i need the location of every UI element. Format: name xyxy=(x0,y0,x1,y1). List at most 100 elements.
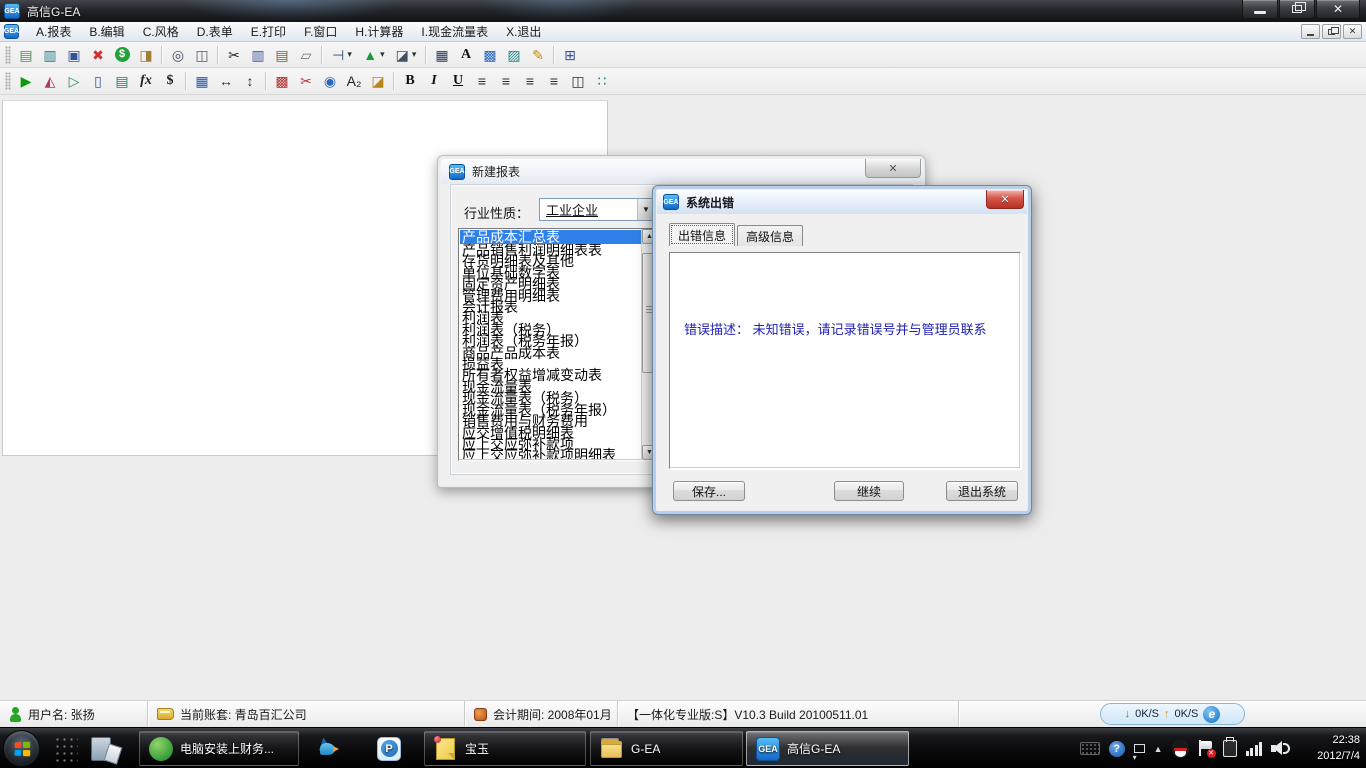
show-hidden-icons-chevron[interactable]: ▲ xyxy=(1154,744,1163,754)
tab-advanced-info[interactable]: 高级信息 xyxy=(737,225,803,246)
tab-error-info[interactable]: 出错信息 xyxy=(669,223,735,246)
underline-icon[interactable]: U xyxy=(446,70,470,92)
error-dialog-close-button[interactable]: ✕ xyxy=(986,190,1024,209)
formula-fx-icon[interactable]: fx xyxy=(134,70,158,92)
system-menu-icon[interactable]: GEA xyxy=(4,24,19,39)
align-center-icon[interactable]: ≡ xyxy=(494,70,518,92)
error-dialog-titlebar[interactable]: GEA 系统出错 xyxy=(657,190,1027,214)
table-icon[interactable]: ▦ xyxy=(190,70,214,92)
toolbar-grip[interactable] xyxy=(5,46,11,64)
italic-icon[interactable]: I xyxy=(422,70,446,92)
font-size-icon[interactable]: A₂ xyxy=(342,70,366,92)
eraser-icon[interactable]: ▱ xyxy=(294,44,318,66)
network-signal-icon[interactable] xyxy=(1246,742,1263,756)
qq-icon[interactable] xyxy=(1172,739,1189,758)
new-report-dialog-titlebar[interactable]: GEA 新建报表 xyxy=(441,159,922,184)
quick-launch-icon[interactable] xyxy=(90,734,120,764)
import-book-icon[interactable]: ◭ xyxy=(38,70,62,92)
font-icon[interactable]: A xyxy=(454,44,478,66)
ie-browser-icon[interactable]: e xyxy=(1203,706,1220,723)
new-report-close-button[interactable]: ✕ xyxy=(865,159,921,178)
network-speed-widget[interactable]: ↓ 0K/S ↑ 0K/S e xyxy=(1100,703,1245,725)
doc-export-icon[interactable]: ▷ xyxy=(62,70,86,92)
screen: GEA 高信G-EA ✕ GEA A.报表B.编辑C.风格D.表单E.打印F.窗… xyxy=(0,0,1366,768)
hierarchy-icon[interactable]: ⊞ xyxy=(558,44,582,66)
money-bag-icon[interactable]: $ xyxy=(110,44,134,66)
menu-item-form[interactable]: D.表单 xyxy=(188,21,242,42)
action-center-flag-icon[interactable]: ✕ xyxy=(1198,740,1214,758)
align-justify-icon[interactable]: ≡ xyxy=(542,70,566,92)
menu-item-cashflow[interactable]: I.现金流量表 xyxy=(412,21,497,42)
taskbar-clock[interactable]: 22:38 2012/7/4 xyxy=(1317,732,1360,764)
toolbar-grip[interactable] xyxy=(5,72,11,90)
zoom-area-icon[interactable]: ◉ xyxy=(318,70,342,92)
taskbar-button-gea[interactable]: GEA 高信G-EA xyxy=(746,731,909,766)
taskbar-button-pps[interactable]: P xyxy=(364,731,414,766)
delete-icon[interactable]: ✖ xyxy=(86,44,110,66)
align-right-icon[interactable]: ≡ xyxy=(518,70,542,92)
image-icon[interactable]: ◪ xyxy=(366,70,390,92)
input-method-icon[interactable]: ? xyxy=(1109,741,1125,757)
preview-icon[interactable]: ◎ xyxy=(166,44,190,66)
notes-icon[interactable]: ▤ xyxy=(110,70,134,92)
currency-icon[interactable]: $ xyxy=(158,70,182,92)
row-height-icon[interactable]: ↕ xyxy=(238,70,262,92)
folder-icon xyxy=(600,737,624,761)
menu-item-edit[interactable]: B.编辑 xyxy=(80,21,133,42)
window-close-button[interactable]: ✕ xyxy=(1316,0,1360,19)
system-tray: ? ▲ ✕ xyxy=(1080,728,1290,768)
new-report-icon[interactable]: ▤ xyxy=(14,44,38,66)
menu-item-exit[interactable]: X.退出 xyxy=(497,21,550,42)
paste-icon[interactable]: ▤ xyxy=(270,44,294,66)
import-up-icon[interactable]: ▲ xyxy=(358,44,390,66)
window-restore-button[interactable] xyxy=(1279,0,1315,19)
clipboard-tray-icon[interactable] xyxy=(1223,740,1237,757)
volume-icon[interactable] xyxy=(1271,741,1290,756)
note-icon xyxy=(434,737,458,761)
child-restore-button[interactable] xyxy=(1322,24,1341,39)
restore-window-tray-icon[interactable] xyxy=(1134,744,1145,753)
cut-red-icon[interactable]: ✂ xyxy=(294,70,318,92)
grid-icon[interactable]: ▦ xyxy=(430,44,454,66)
child-close-button[interactable]: ✕ xyxy=(1343,24,1362,39)
bold-icon[interactable]: B xyxy=(398,70,422,92)
trash-icon[interactable]: ◫ xyxy=(566,70,590,92)
industry-combobox[interactable]: 工业企业 ▼ xyxy=(539,198,655,221)
frame-icon[interactable]: ▨ xyxy=(502,44,526,66)
squares-icon[interactable]: ∷ xyxy=(590,70,614,92)
print-icon[interactable]: ◫ xyxy=(190,44,214,66)
page-setup-icon[interactable]: ◪ xyxy=(390,44,422,66)
start-button[interactable] xyxy=(3,730,40,767)
list-item[interactable]: 产品成本汇总表 xyxy=(460,230,641,244)
list-item[interactable]: 应上交应弥补款项明细表 xyxy=(460,448,641,459)
window-minimize-button[interactable] xyxy=(1242,0,1278,19)
taskbar-button-note[interactable]: 宝玉 xyxy=(424,731,586,766)
book-columns-icon[interactable]: ▯ xyxy=(86,70,110,92)
menu-item-print[interactable]: E.打印 xyxy=(242,21,295,42)
menu-item-report[interactable]: A.报表 xyxy=(27,21,80,42)
exit-door-icon[interactable]: ◨ xyxy=(134,44,158,66)
keyboard-icon[interactable] xyxy=(1080,742,1100,755)
menu-item-window[interactable]: F.窗口 xyxy=(295,21,346,42)
exit-system-button[interactable]: 退出系统 xyxy=(946,481,1018,501)
taskbar-button-folder[interactable]: G-EA xyxy=(590,731,743,766)
run-icon[interactable]: ▶ xyxy=(14,70,38,92)
taskbar-button-bird[interactable] xyxy=(303,731,353,766)
cell-format-icon[interactable]: ▩ xyxy=(270,70,294,92)
cut-icon[interactable]: ✂ xyxy=(222,44,246,66)
copy-icon[interactable]: ▥ xyxy=(246,44,270,66)
highlighter-icon[interactable]: ✎ xyxy=(526,44,550,66)
color-grid-icon[interactable]: ▩ xyxy=(478,44,502,66)
status-version: 【一体化专业版:S】V10.3 Build 20100511.01 xyxy=(618,701,959,727)
child-minimize-button[interactable] xyxy=(1301,24,1320,39)
column-width-icon[interactable]: ↔ xyxy=(214,70,238,92)
taskbar-button-browser[interactable]: 电脑安装上财务... xyxy=(139,731,299,766)
save-icon[interactable]: ▣ xyxy=(62,44,86,66)
insert-cell-icon[interactable]: ⊣ xyxy=(326,44,358,66)
open-report-icon[interactable]: ▥ xyxy=(38,44,62,66)
save-button[interactable]: 保存... xyxy=(673,481,745,501)
menu-item-style[interactable]: C.风格 xyxy=(134,21,188,42)
align-left-icon[interactable]: ≡ xyxy=(470,70,494,92)
menu-item-calculator[interactable]: H.计算器 xyxy=(346,21,412,42)
continue-button[interactable]: 继续 xyxy=(834,481,904,501)
